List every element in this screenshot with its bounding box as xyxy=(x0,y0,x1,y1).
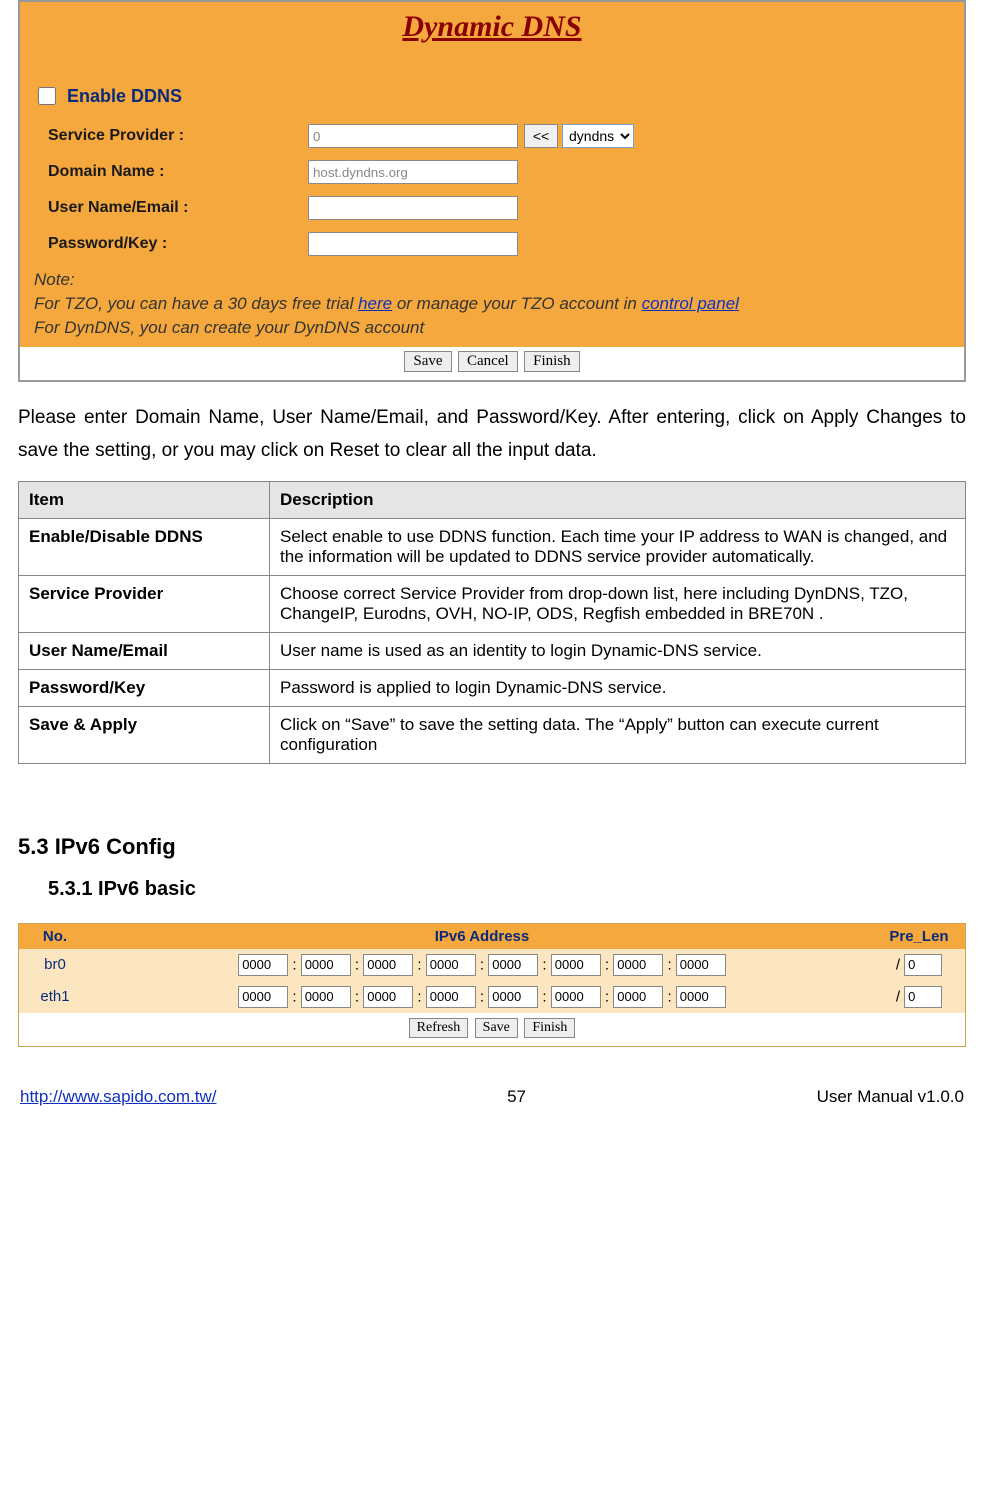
service-provider-select[interactable]: dyndns xyxy=(562,124,634,148)
ipv6-seg-input[interactable] xyxy=(551,986,601,1008)
addr-cell: : : : : : : : xyxy=(91,949,873,981)
ipv6-row: eth1 : : : : : : : / xyxy=(19,981,965,1013)
ipv6-seg-input[interactable] xyxy=(238,986,288,1008)
len-cell: / xyxy=(873,981,965,1013)
ipv6-seg-input[interactable] xyxy=(301,986,351,1008)
page-number: 57 xyxy=(507,1087,526,1107)
button-row: Save Cancel Finish xyxy=(20,347,964,380)
user-name-input[interactable] xyxy=(308,196,518,220)
enable-ddns-label: Enable DDNS xyxy=(67,86,182,107)
note-control-panel-link[interactable]: control panel xyxy=(642,294,739,313)
table-row: User Name/EmailUser name is used as an i… xyxy=(19,632,966,669)
ipv6-seg-input[interactable] xyxy=(301,954,351,976)
prefix-len-input[interactable] xyxy=(904,986,942,1008)
ipv6-seg-input[interactable] xyxy=(488,986,538,1008)
th-address: IPv6 Address xyxy=(91,924,873,949)
ipv6-seg-input[interactable] xyxy=(363,954,413,976)
footer-version: User Manual v1.0.0 xyxy=(817,1087,964,1107)
ddns-panel: Dynamic DNS Enable DDNS Service Provider… xyxy=(18,0,966,382)
domain-name-label: Domain Name : xyxy=(48,163,308,181)
service-provider-input[interactable] xyxy=(308,124,518,148)
th-item: Item xyxy=(19,481,270,518)
ipv6-seg-input[interactable] xyxy=(613,986,663,1008)
enable-ddns-checkbox[interactable] xyxy=(38,87,56,105)
password-label: Password/Key : xyxy=(48,235,308,253)
finish-button[interactable]: Finish xyxy=(524,351,580,372)
refresh-button[interactable]: Refresh xyxy=(409,1018,469,1038)
table-row: Service ProviderChoose correct Service P… xyxy=(19,575,966,632)
note-line1b: or manage your TZO account in xyxy=(392,294,641,313)
addr-cell: : : : : : : : xyxy=(91,981,873,1013)
ipv6-seg-input[interactable] xyxy=(676,954,726,976)
table-row: Password/KeyPassword is applied to login… xyxy=(19,669,966,706)
ipv6-save-button[interactable]: Save xyxy=(475,1018,518,1038)
ipv6-button-row: Refresh Save Finish xyxy=(19,1013,965,1046)
th-prelen: Pre_Len xyxy=(873,924,965,949)
ipv6-seg-input[interactable] xyxy=(426,954,476,976)
ipv6-row: br0 : : : : : : : / xyxy=(19,949,965,981)
ipv6-finish-button[interactable]: Finish xyxy=(524,1018,575,1038)
ipv6-table: No. IPv6 Address Pre_Len br0 : : : : : :… xyxy=(19,924,965,1013)
ipv6-seg-input[interactable] xyxy=(238,954,288,976)
iface-cell: br0 xyxy=(19,949,91,981)
section-5-3: 5.3 IPv6 Config xyxy=(18,834,966,860)
intro-paragraph: Please enter Domain Name, User Name/Emai… xyxy=(18,402,966,467)
th-no: No. xyxy=(19,924,91,949)
page-title: Dynamic DNS xyxy=(20,10,964,44)
prefix-len-input[interactable] xyxy=(904,954,942,976)
panel-header: Dynamic DNS xyxy=(20,2,964,74)
note-line1a: For TZO, you can have a 30 days free tri… xyxy=(34,294,358,313)
description-table: Item Description Enable/Disable DDNSSele… xyxy=(18,481,966,764)
ipv6-seg-input[interactable] xyxy=(363,986,413,1008)
ipv6-seg-input[interactable] xyxy=(613,954,663,976)
section-5-3-1: 5.3.1 IPv6 basic xyxy=(48,878,966,901)
note-here-link[interactable]: here xyxy=(358,294,392,313)
panel-body: Enable DDNS Service Provider : << dyndns… xyxy=(20,74,964,347)
save-button[interactable]: Save xyxy=(404,351,451,372)
th-desc: Description xyxy=(270,481,966,518)
footer: http://www.sapido.com.tw/ 57 User Manual… xyxy=(18,1087,966,1107)
ipv6-seg-input[interactable] xyxy=(488,954,538,976)
copy-back-button[interactable]: << xyxy=(524,124,558,148)
service-provider-label: Service Provider : xyxy=(48,127,308,145)
footer-url[interactable]: http://www.sapido.com.tw/ xyxy=(20,1087,217,1107)
iface-cell: eth1 xyxy=(19,981,91,1013)
cancel-button[interactable]: Cancel xyxy=(458,351,518,372)
user-name-label: User Name/Email : xyxy=(48,199,308,217)
note-label: Note: xyxy=(34,270,75,289)
note-line2: For DynDNS, you can create your DynDNS a… xyxy=(34,318,424,337)
ipv6-panel: No. IPv6 Address Pre_Len br0 : : : : : :… xyxy=(18,923,966,1047)
ipv6-seg-input[interactable] xyxy=(551,954,601,976)
table-row: Enable/Disable DDNSSelect enable to use … xyxy=(19,518,966,575)
ipv6-seg-input[interactable] xyxy=(676,986,726,1008)
len-cell: / xyxy=(873,949,965,981)
ipv6-seg-input[interactable] xyxy=(426,986,476,1008)
note-block: Note: For TZO, you can have a 30 days fr… xyxy=(34,268,950,339)
domain-name-input[interactable] xyxy=(308,160,518,184)
table-row: Save & ApplyClick on “Save” to save the … xyxy=(19,706,966,763)
password-input[interactable] xyxy=(308,232,518,256)
